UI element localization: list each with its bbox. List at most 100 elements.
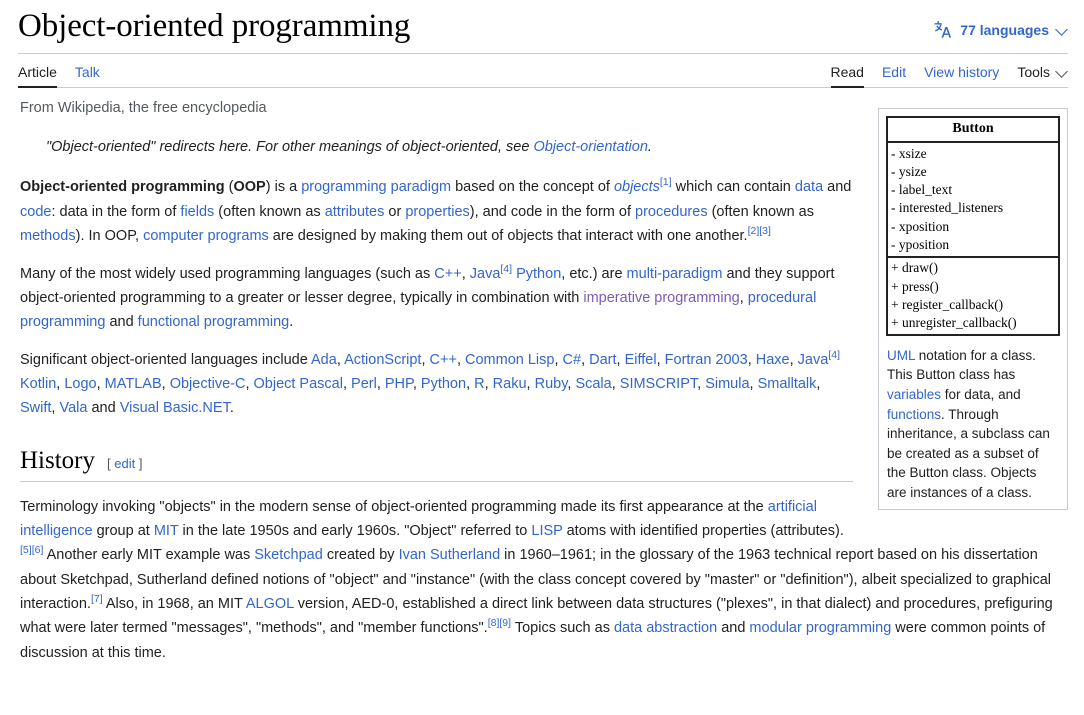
tab-read[interactable]: Read — [830, 65, 873, 89]
link-language-matlab[interactable]: MATLAB — [105, 376, 162, 392]
link-language-kotlin[interactable]: Kotlin — [20, 376, 56, 392]
link-language-eiffel[interactable]: Eiffel — [625, 352, 657, 368]
tab-view-history[interactable]: View history — [915, 65, 1008, 87]
link-language-objective-c[interactable]: Objective-C — [170, 376, 246, 392]
link-language-c-[interactable]: C# — [563, 352, 582, 368]
link-language-scala[interactable]: Scala — [575, 376, 611, 392]
link-cpp[interactable]: C++ — [434, 266, 461, 282]
uml-class-diagram: Button - xsize - ysize - label_text - in… — [886, 116, 1060, 336]
reference-marker[interactable]: [4] — [828, 349, 840, 361]
lead-abbr: OOP — [233, 179, 266, 196]
tab-article[interactable]: Article — [18, 65, 66, 89]
tabs-row: Article Talk Read Edit View history Tool… — [18, 54, 1069, 89]
tab-talk[interactable]: Talk — [66, 65, 109, 87]
link-properties[interactable]: properties — [405, 204, 469, 220]
chevron-down-icon — [1056, 24, 1068, 36]
hatnote-text: . — [647, 139, 652, 156]
link-language-dart[interactable]: Dart — [589, 352, 616, 368]
page-header: Object-oriented programming 77 languages — [0, 0, 1084, 89]
uml-attribute: - xsize — [891, 145, 927, 161]
chevron-down-icon — [1056, 66, 1068, 78]
link-code[interactable]: code — [20, 204, 51, 220]
heading-text: History — [20, 446, 95, 474]
link-java[interactable]: Java — [470, 266, 501, 282]
caption-text: for data, and — [941, 386, 1021, 402]
link-functional-programming[interactable]: functional programming — [138, 314, 290, 330]
reference-marker[interactable]: [1] — [660, 177, 672, 189]
lead-bold-term: Object-oriented programming — [20, 179, 225, 196]
reference-marker[interactable]: [7] — [91, 593, 103, 605]
link-uml[interactable]: UML — [887, 348, 915, 363]
uml-attribute: - label_text — [891, 182, 953, 198]
link-algol[interactable]: ALGOL — [246, 596, 294, 612]
link-procedures[interactable]: procedures — [635, 204, 708, 220]
tools-menu-button[interactable]: Tools — [1008, 65, 1068, 87]
link-imperative-programming[interactable]: imperative programming — [583, 290, 739, 306]
link-language-ada[interactable]: Ada — [311, 352, 337, 368]
link-computer-programs[interactable]: computer programs — [143, 228, 269, 244]
reference-marker[interactable]: [4] — [500, 263, 512, 275]
link-language-python[interactable]: Python — [421, 376, 466, 392]
link-object-orientation[interactable]: Object-orientation — [533, 139, 647, 155]
link-language-r[interactable]: R — [474, 376, 484, 392]
uml-class-name: Button — [888, 118, 1058, 144]
language-selector-button[interactable]: 77 languages — [933, 20, 1068, 47]
link-language-fortran-2003[interactable]: Fortran 2003 — [665, 352, 748, 368]
link-variables[interactable]: variables — [887, 387, 941, 402]
link-language-perl[interactable]: Perl — [351, 376, 377, 392]
link-language-haxe[interactable]: Haxe — [756, 352, 790, 368]
link-multi-paradigm[interactable]: multi-paradigm — [627, 266, 723, 282]
link-python[interactable]: Python — [516, 266, 561, 282]
link-mit[interactable]: MIT — [154, 523, 179, 539]
uml-operation: + unregister_callback() — [891, 315, 1017, 331]
article-content: From Wikipedia, the free encyclopedia Bu… — [0, 100, 1084, 665]
link-fields[interactable]: fields — [180, 204, 214, 220]
reference-marker[interactable]: [2][3] — [748, 225, 771, 237]
view-tabs: Read Edit View history Tools — [830, 54, 1069, 89]
tab-edit[interactable]: Edit — [873, 65, 915, 87]
edit-section-link: [ edit ] — [107, 455, 143, 471]
link-language-logo[interactable]: Logo — [64, 376, 96, 392]
link-language-java[interactable]: Java — [798, 352, 829, 368]
link-language-php[interactable]: PHP — [385, 376, 413, 392]
link-edit-section[interactable]: edit — [114, 456, 135, 471]
link-lisp[interactable]: LISP — [531, 523, 562, 539]
link-language-raku[interactable]: Raku — [493, 376, 527, 392]
figure-caption: UML notation for a class. This Button cl… — [883, 339, 1063, 506]
uml-infobox: Button - xsize - ysize - label_text - in… — [878, 108, 1068, 511]
link-language-swift[interactable]: Swift — [20, 400, 51, 416]
link-attributes[interactable]: attributes — [325, 204, 385, 220]
uml-operation: + draw() — [891, 260, 938, 276]
link-functions[interactable]: functions — [887, 407, 941, 422]
link-programming-paradigm[interactable]: programming paradigm — [301, 179, 451, 195]
tools-label: Tools — [1017, 64, 1050, 81]
hatnote-text: "Object-oriented" redirects here. For ot… — [46, 139, 534, 156]
uml-attributes-section: - xsize - ysize - label_text - intereste… — [888, 143, 1058, 258]
link-visual-basic-net[interactable]: Visual Basic.NET — [120, 400, 230, 416]
title-row: Object-oriented programming 77 languages — [18, 6, 1068, 55]
uml-operation: + register_callback() — [891, 296, 1004, 312]
link-language-c-[interactable]: C++ — [430, 352, 457, 368]
link-ivan-sutherland[interactable]: Ivan Sutherland — [399, 547, 501, 563]
link-language-smalltalk[interactable]: Smalltalk — [758, 376, 817, 392]
namespace-tabs: Article Talk — [18, 54, 109, 89]
link-data[interactable]: data — [795, 179, 823, 195]
reference-marker[interactable]: [5][6] — [20, 545, 43, 557]
link-language-simscript[interactable]: SIMSCRIPT — [620, 376, 697, 392]
link-objects[interactable]: objects — [614, 179, 660, 195]
link-modular-programming[interactable]: modular programming — [749, 620, 891, 636]
link-language-ruby[interactable]: Ruby — [535, 376, 568, 392]
link-sketchpad[interactable]: Sketchpad — [254, 547, 323, 563]
uml-attribute: - ysize — [891, 163, 927, 179]
link-methods[interactable]: methods — [20, 228, 76, 244]
uml-operations-section: + draw() + press() + register_callback()… — [888, 258, 1058, 334]
link-language-object-pascal[interactable]: Object Pascal — [254, 376, 343, 392]
link-language-vala[interactable]: Vala — [59, 400, 87, 416]
uml-attribute: - interested_listeners — [891, 200, 1004, 216]
link-language-common-lisp[interactable]: Common Lisp — [465, 352, 554, 368]
link-language-actionscript[interactable]: ActionScript — [344, 352, 421, 368]
link-language-simula[interactable]: Simula — [705, 376, 749, 392]
reference-marker[interactable]: [8][9] — [488, 618, 511, 630]
link-data-abstraction[interactable]: data abstraction — [614, 620, 717, 636]
language-count-label: 77 languages — [960, 22, 1049, 39]
